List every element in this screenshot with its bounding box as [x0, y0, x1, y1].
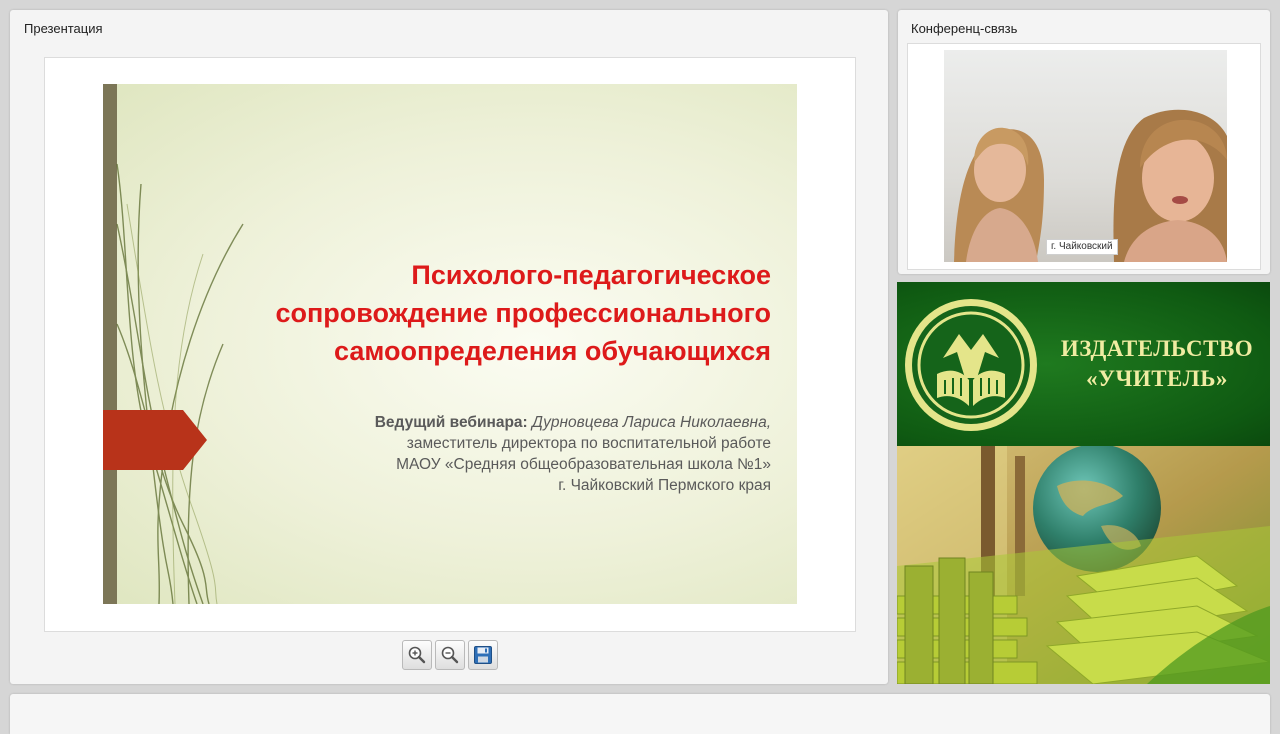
zoom-in-icon: [408, 646, 426, 664]
zoom-out-icon: [441, 646, 459, 664]
bottom-panel: [10, 694, 1270, 734]
slide-arrow-marker: [103, 410, 207, 470]
presenter-role: заместитель директора по воспитательной …: [406, 435, 771, 452]
publisher-name-line1: ИЗДАТЕЛЬСТВО: [1060, 336, 1254, 361]
video-location-caption: г. Чайковский: [1046, 239, 1118, 255]
video-frame: г. Чайковский: [907, 43, 1261, 270]
floppy-disk-icon: [474, 646, 492, 664]
video-feed[interactable]: г. Чайковский: [944, 50, 1227, 262]
video-participants-image: [954, 109, 1227, 262]
publisher-banner-header: ИЗДАТЕЛЬСТВО «УЧИТЕЛЬ»: [897, 282, 1270, 446]
conference-panel-title: Конференц-связь: [911, 21, 1018, 36]
slide-presenter-info: Ведущий вебинара: Дурновцева Лариса Нико…: [211, 412, 771, 496]
conference-panel: Конференц-связь г. Чайковский: [898, 10, 1270, 274]
presentation-panel: Презентация Психолого-педагогическое соп…: [10, 10, 888, 684]
books-globe-image: [897, 446, 1270, 684]
slide-title: Психолого-педагогическое сопровождение п…: [275, 260, 771, 366]
presentation-panel-title: Презентация: [24, 21, 103, 36]
presenter-city: г. Чайковский Пермского края: [558, 477, 771, 494]
presenter-label: Ведущий вебинара:: [374, 414, 528, 431]
presenter-school: МАОУ «Средняя общеобразовательная школа …: [396, 456, 771, 473]
publisher-name: ИЗДАТЕЛЬСТВО «УЧИТЕЛЬ»: [1047, 334, 1267, 394]
zoom-in-button[interactable]: [402, 640, 432, 670]
slide: Психолого-педагогическое сопровождение п…: [103, 84, 797, 604]
slide-viewport: Психолого-педагогическое сопровождение п…: [44, 57, 856, 632]
zoom-out-button[interactable]: [435, 640, 465, 670]
publisher-banner[interactable]: ИЗДАТЕЛЬСТВО «УЧИТЕЛЬ»: [897, 282, 1270, 684]
publisher-logo-icon: [905, 299, 1037, 431]
publisher-name-line2: «УЧИТЕЛЬ»: [1086, 366, 1228, 391]
presenter-name: Дурновцева Лариса Николаевна,: [532, 414, 771, 431]
save-button[interactable]: [468, 640, 498, 670]
